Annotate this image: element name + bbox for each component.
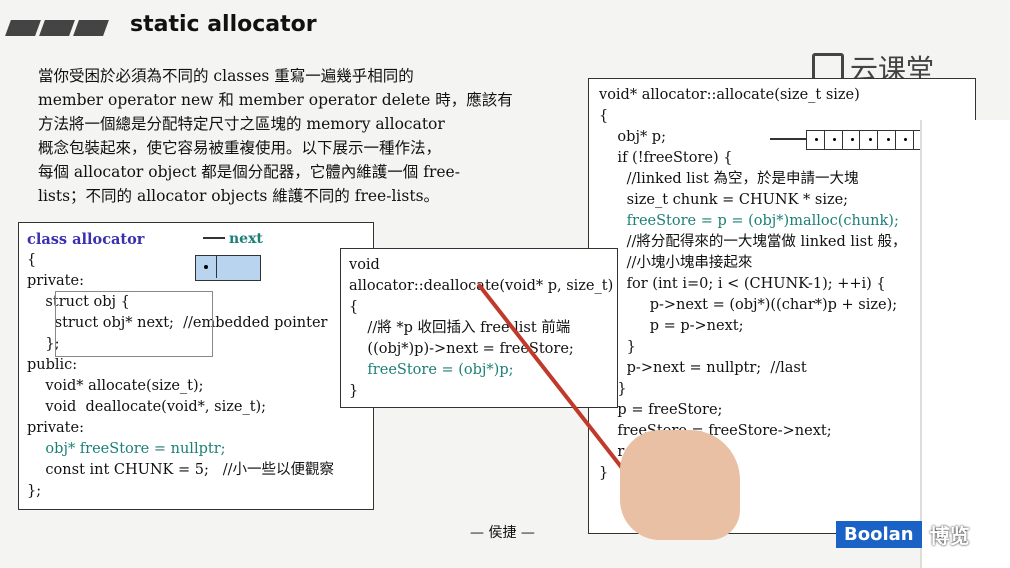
intro-line: 當你受困於必須為不同的 classes 重寫一遍幾乎相同的: [38, 67, 414, 85]
code-line: ((obj*)p)->next = freeStore;: [349, 341, 574, 357]
author-credit: — 侯捷 —: [470, 525, 535, 541]
intro-line: 方法將一個總是分配特定尺寸之區塊的 memory allocator: [38, 115, 445, 133]
intro-line: lists；不同的 allocator objects 維護不同的 free-l…: [38, 187, 440, 205]
next-node-diagram: [195, 255, 261, 281]
code-line: p = p->next;: [599, 318, 744, 334]
pointer-dot-icon: [196, 256, 217, 278]
intro-line: member operator new 和 member operator de…: [38, 91, 513, 109]
arrow-icon: [203, 237, 225, 239]
code-line: {: [599, 108, 609, 124]
code-line: for (int i=0; i < (CHUNK-1); ++i) {: [599, 276, 886, 292]
code-line: void* allocator::allocate(size_t size): [599, 87, 860, 103]
code-line: };: [27, 483, 42, 499]
boolan-logo: Boolan: [836, 521, 922, 548]
code-line: //linked list 為空，於是申請一大塊: [599, 171, 859, 187]
code-line: void* allocate(size_t);: [27, 378, 204, 394]
code-line: //將 *p 收回插入 free list 前端: [349, 320, 571, 336]
code-line: {: [349, 299, 359, 315]
code-line: void deallocate(void*, size_t);: [27, 399, 267, 415]
presenter-hand: [620, 430, 740, 540]
code-line: }: [626, 339, 636, 355]
intro-line: 概念包裝起來，使它容易被重複使用。以下展示一種作法，: [38, 139, 442, 157]
presenter-arm: [920, 120, 1010, 568]
code-line: freeStore = p = (obj*)malloc(chunk);: [599, 213, 899, 229]
code-line: p = freeStore;: [599, 402, 723, 418]
code-line: //小塊小塊串接起來: [599, 255, 753, 271]
code-line: if (!freeStore) {: [599, 150, 733, 166]
code-line: //將分配得來的一大塊當做 linked list 般，: [599, 234, 907, 250]
slide-title: static allocator: [130, 12, 317, 37]
next-label: next: [229, 231, 263, 247]
intro-line: 每個 allocator object 都是個分配器，它體內維護一個 free-: [38, 163, 460, 181]
code-line: const int CHUNK = 5; //小一些以便觀察: [27, 462, 334, 478]
code-line: }: [617, 381, 627, 397]
code-line: freeStore = (obj*)p;: [349, 362, 514, 378]
title-decoration: [5, 20, 109, 36]
code-line: public:: [27, 357, 78, 373]
brand-logo: Boolan 博览: [836, 520, 970, 549]
intro-paragraph: 當你受困於必須為不同的 classes 重寫一遍幾乎相同的 member ope…: [38, 64, 568, 208]
brand-name: 博览: [929, 524, 970, 548]
code-line: p->next = (obj*)((char*)p + size);: [599, 297, 898, 313]
struct-obj-frame: [55, 291, 213, 357]
deallocate-function-box: void allocator::deallocate(void* p, size…: [340, 248, 618, 408]
arrow-icon: [770, 138, 806, 140]
class-declaration-box: next class allocator { private: struct o…: [18, 222, 374, 510]
code-line: class allocator: [27, 231, 145, 248]
code-line: void: [349, 257, 380, 273]
code-line: p->next = nullptr; //last: [599, 360, 807, 376]
code-line: private:: [27, 420, 84, 436]
code-line: size_t chunk = CHUNK * size;: [599, 192, 849, 208]
code-line: obj* freeStore = nullptr;: [27, 441, 226, 457]
